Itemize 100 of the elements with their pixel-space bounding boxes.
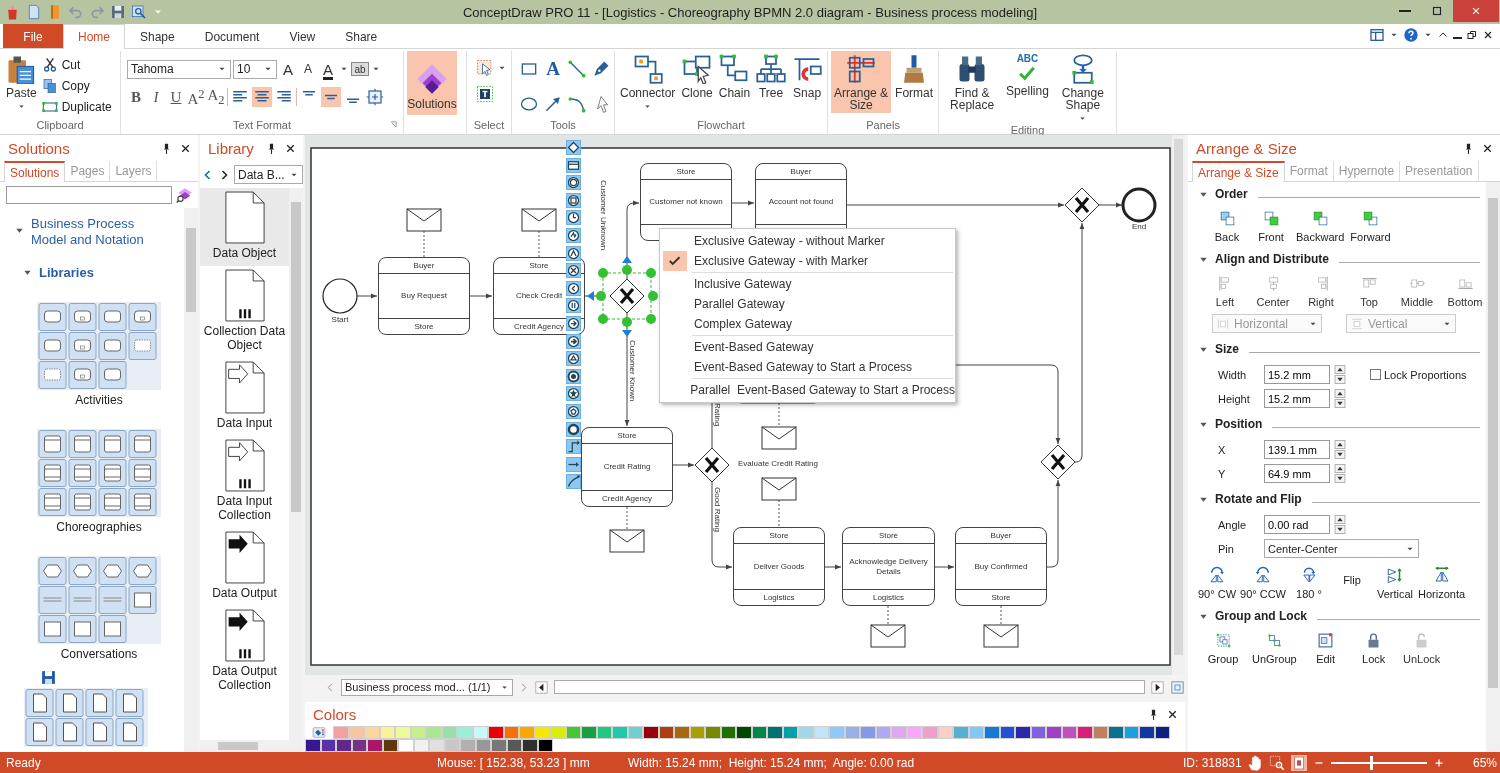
menu-item[interactable]: Parallel Gateway	[660, 294, 955, 314]
text-tool-button[interactable]: A	[543, 59, 563, 79]
number-field[interactable]: 0.00 rad	[1264, 515, 1330, 534]
mouse-position-text: Mouse: [ 152.38, 53.23 ] mm	[437, 755, 590, 770]
section-title: Order	[1215, 187, 1248, 201]
text-style-button[interactable]: A$^{2}$	[187, 86, 205, 108]
file-menu-button[interactable]: File	[3, 24, 63, 48]
paste-button[interactable]: Paste	[3, 51, 40, 113]
solutions-button[interactable]: Solutions	[407, 51, 457, 115]
group-lock-button[interactable]: UnGroup	[1252, 632, 1297, 665]
pin-dropdown[interactable]: Center-Center	[1264, 539, 1419, 558]
order-button[interactable]: Forward	[1350, 210, 1391, 243]
field-label: Height	[1218, 392, 1251, 405]
panel-tab[interactable]: Arrange & Size	[1192, 161, 1285, 182]
task-name: Check Credit	[515, 291, 563, 301]
group-lock-button[interactable]: Lock	[1354, 632, 1393, 665]
panel-title: Arrange & Size	[1196, 139, 1297, 157]
order-button[interactable]: Backward	[1296, 210, 1345, 243]
ribbon-tab[interactable]: Home	[63, 24, 125, 49]
group-label: Select	[473, 118, 505, 133]
ribbon-button[interactable]: Find & Replace	[942, 51, 1003, 113]
ribbon-tab[interactable]: Shape	[125, 25, 190, 48]
number-field[interactable]: 64.9 mm	[1264, 464, 1330, 483]
flip-label: Flip	[1342, 573, 1362, 586]
ribbon-button[interactable]: Tree	[754, 51, 789, 113]
participant-label: Store	[617, 431, 637, 440]
group-lock-button[interactable]: Edit	[1306, 632, 1345, 665]
font-color-button[interactable]: A	[319, 58, 337, 80]
participant-label: Store	[414, 322, 434, 331]
menu-item[interactable]: Event-Based Gateway	[660, 337, 955, 357]
field-label: Angle	[1218, 518, 1248, 531]
number-field[interactable]: 15.2 mm	[1264, 389, 1330, 408]
zoom-percent-text: 65%	[1473, 755, 1498, 770]
number-field[interactable]: 15.2 mm	[1264, 365, 1330, 384]
group-label: Panels	[865, 118, 901, 133]
highlight-button[interactable]: ab	[351, 62, 369, 76]
flip-button[interactable]: Vertical	[1376, 566, 1414, 600]
ribbon-tab[interactable]: View	[274, 25, 331, 48]
ribbon-button[interactable]: Change Shape	[1052, 51, 1113, 123]
menu-item[interactable]: Exclusive Gateway - with Marker	[660, 251, 955, 271]
library-item[interactable]: Data Output	[200, 528, 289, 606]
order-button[interactable]: Front	[1252, 210, 1290, 243]
ribbon-button[interactable]: Duplicate	[41, 97, 112, 116]
menu-item[interactable]: Complex Gateway	[660, 314, 955, 334]
library-item[interactable]: Data Input	[200, 358, 289, 436]
panel-tab[interactable]: Solutions	[4, 161, 66, 182]
participant-label: Credit Agency	[514, 322, 564, 331]
library-item[interactable]: Data Object	[200, 188, 289, 266]
menu-item[interactable]: Exclusive Gateway - without Marker	[660, 231, 955, 251]
participant-label: Store	[878, 531, 899, 540]
ribbon-tab[interactable]: Document	[189, 25, 275, 48]
participant-label: Logistics	[872, 593, 905, 602]
menu-item[interactable]: Inclusive Gateway	[660, 274, 955, 294]
ribbon-button[interactable]: Arrange & Size	[831, 51, 892, 113]
library-dropdown[interactable]: Data B...	[234, 165, 303, 184]
field-label: Width	[1218, 368, 1248, 381]
ribbon-button[interactable]: Chain	[716, 51, 753, 113]
rotate-button[interactable]: 90° CW	[1198, 566, 1237, 600]
library-item[interactable]: Collection Data Object	[200, 266, 289, 358]
library-item[interactable]: Data Output Collection	[200, 606, 289, 698]
shrink-font-button[interactable]: A	[299, 58, 317, 80]
shape-id-text: ID: 318831	[1183, 755, 1242, 770]
menu-item[interactable]: Parallel Event-Based Gateway to Start a Process	[660, 380, 955, 400]
library-item[interactable]: Data Input Collection	[200, 436, 289, 528]
font-dropdown[interactable]: Tahoma	[127, 59, 231, 79]
number-field[interactable]: 139.1 mm	[1264, 440, 1330, 459]
tree-item[interactable]: Business Process Model and Notation	[31, 216, 171, 248]
text-style-button[interactable]: I	[147, 86, 165, 108]
participant-label: Buyer	[990, 531, 1012, 540]
abc-text: ABC	[1016, 54, 1039, 64]
section-title: Group and Lock	[1215, 609, 1307, 623]
ribbon-button[interactable]: Format	[893, 51, 936, 113]
flip-button[interactable]: Horizonta	[1418, 566, 1466, 600]
library-label: Choreographies	[56, 519, 142, 534]
task-name: Account not found	[768, 197, 834, 207]
rotate-button[interactable]: 90° CCW	[1240, 566, 1286, 600]
tree-item[interactable]: Libraries	[39, 265, 94, 280]
menu-item[interactable]: Event-Based Gateway to Start a Process	[660, 357, 955, 377]
order-button[interactable]: Back	[1208, 210, 1246, 243]
ribbon-button[interactable]: Cut	[41, 55, 112, 74]
ribbon-button[interactable]: Connector	[618, 51, 678, 113]
text-style-button[interactable]: A$_{2}$	[207, 86, 225, 108]
group-lock-button[interactable]: Group	[1204, 632, 1242, 665]
ribbon-button[interactable]: Copy	[41, 76, 112, 95]
ribbon-button[interactable]: Snap	[790, 51, 825, 113]
event-label: Start	[331, 315, 349, 324]
panel-title: Library	[208, 139, 254, 157]
group-label: Editing	[1009, 123, 1046, 137]
text-style-button[interactable]: B	[127, 86, 145, 108]
page-dropdown[interactable]: Business process mod... (1/1)	[341, 678, 513, 696]
section-title: Position	[1215, 417, 1263, 431]
rotate-button[interactable]: 180 °	[1290, 566, 1328, 600]
ribbon-tab[interactable]: Share	[330, 25, 393, 48]
grow-font-button[interactable]: A	[279, 58, 297, 80]
library-label: Activities	[75, 392, 123, 407]
ribbon-button[interactable]: Clone	[679, 51, 715, 113]
font-size-dropdown[interactable]: 10	[233, 59, 277, 79]
participant-label: Buyer	[790, 167, 812, 176]
text-style-button[interactable]: U	[167, 86, 185, 108]
ribbon-button[interactable]: ABC Spelling	[1004, 51, 1051, 113]
